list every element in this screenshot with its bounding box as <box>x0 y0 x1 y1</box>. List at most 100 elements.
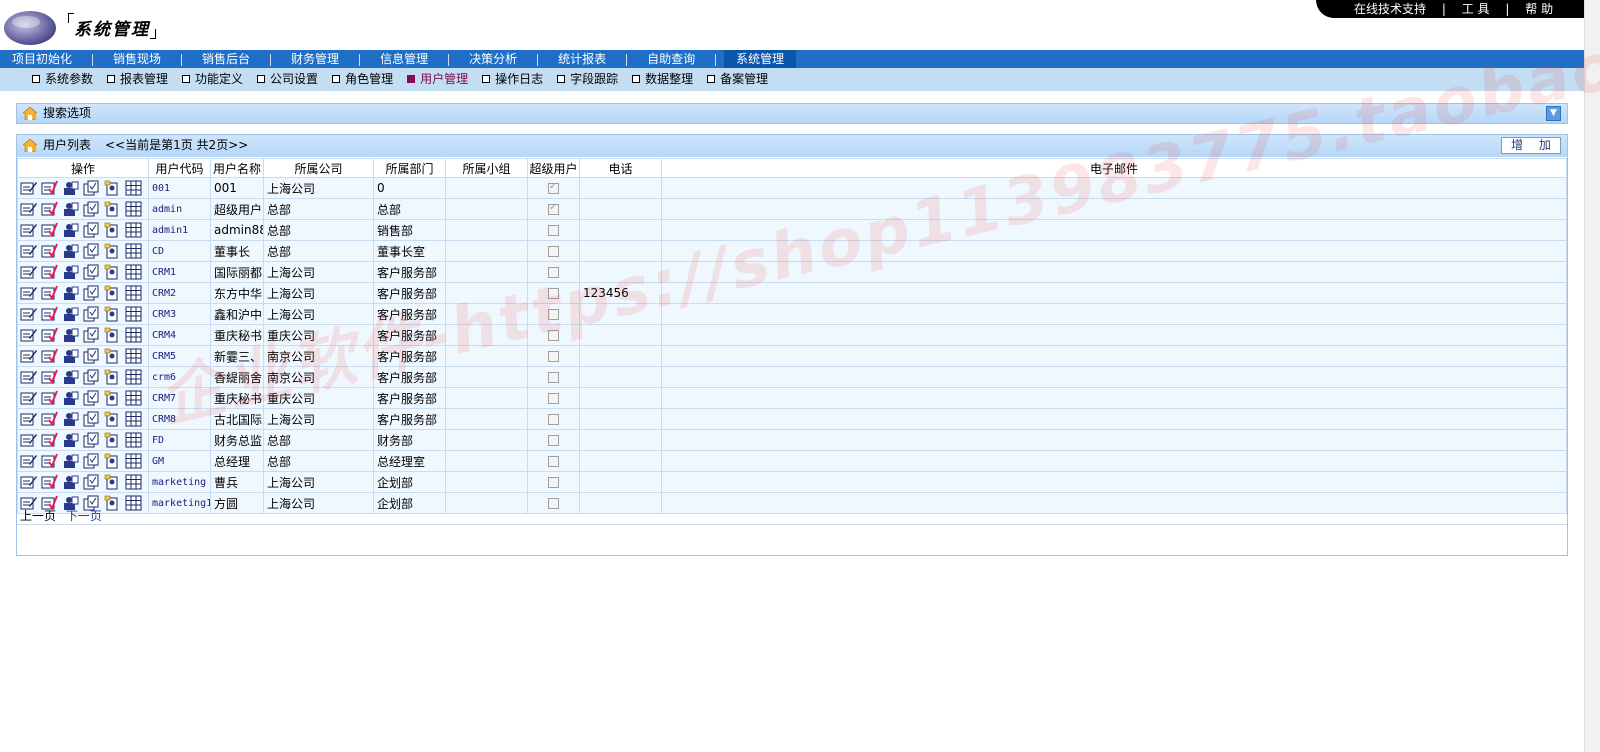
assign-icon[interactable] <box>104 390 121 406</box>
assign-icon[interactable] <box>104 432 121 448</box>
grid-icon[interactable] <box>125 432 142 448</box>
permission-icon[interactable] <box>41 180 58 196</box>
table-row[interactable]: crm6 香緹丽舍 南京公司 客户服务部 <box>17 366 1567 388</box>
expand-icon[interactable]: ▼ <box>1546 106 1561 121</box>
permission-icon[interactable] <box>41 390 58 406</box>
copy-icon[interactable] <box>83 285 100 301</box>
main-nav-item[interactable]: 信息管理 <box>368 50 440 68</box>
role-icon[interactable] <box>62 474 79 490</box>
table-row[interactable]: CRM2 东方中华 上海公司 客户服务部 123456 <box>17 282 1567 304</box>
sub-nav-item[interactable]: 操作日志 <box>482 68 543 91</box>
sub-nav-item[interactable]: 系统参数 <box>32 68 93 91</box>
assign-icon[interactable] <box>104 222 121 238</box>
role-icon[interactable] <box>62 264 79 280</box>
role-icon[interactable] <box>62 411 79 427</box>
assign-icon[interactable] <box>104 285 121 301</box>
tech-support-link[interactable]: 在线技术支持 <box>1354 0 1426 18</box>
permission-icon[interactable] <box>41 432 58 448</box>
permission-icon[interactable] <box>41 243 58 259</box>
tools-link[interactable]: 工 具 <box>1462 0 1490 18</box>
grid-icon[interactable] <box>125 453 142 469</box>
copy-icon[interactable] <box>83 411 100 427</box>
main-nav-item[interactable]: 财务管理 <box>279 50 351 68</box>
role-icon[interactable] <box>62 243 79 259</box>
assign-icon[interactable] <box>104 348 121 364</box>
grid-icon[interactable] <box>125 495 142 511</box>
super-user-checkbox[interactable] <box>548 414 559 425</box>
edit-icon[interactable] <box>20 411 37 427</box>
role-icon[interactable] <box>62 348 79 364</box>
role-icon[interactable] <box>62 369 79 385</box>
prev-page-link[interactable]: 上一页 <box>20 509 56 523</box>
edit-icon[interactable] <box>20 432 37 448</box>
sub-nav-item[interactable]: 公司设置 <box>257 68 318 91</box>
table-row[interactable]: admin 超级用户 总部 总部 <box>17 198 1567 220</box>
permission-icon[interactable] <box>41 453 58 469</box>
main-nav-item[interactable]: 系统管理 <box>724 50 797 68</box>
role-icon[interactable] <box>62 432 79 448</box>
assign-icon[interactable] <box>104 474 121 490</box>
sub-nav-item[interactable]: 用户管理 <box>407 68 468 91</box>
grid-icon[interactable] <box>125 474 142 490</box>
role-icon[interactable] <box>62 306 79 322</box>
role-icon[interactable] <box>62 453 79 469</box>
super-user-checkbox[interactable] <box>548 435 559 446</box>
permission-icon[interactable] <box>41 411 58 427</box>
permission-icon[interactable] <box>41 285 58 301</box>
assign-icon[interactable] <box>104 453 121 469</box>
table-row[interactable]: CRM7 重庆秘书 重庆公司 客户服务部 <box>17 387 1567 409</box>
copy-icon[interactable] <box>83 474 100 490</box>
grid-icon[interactable] <box>125 348 142 364</box>
grid-icon[interactable] <box>125 264 142 280</box>
grid-icon[interactable] <box>125 285 142 301</box>
super-user-checkbox[interactable] <box>548 267 559 278</box>
main-nav-item[interactable]: 决策分析 <box>457 50 529 68</box>
role-icon[interactable] <box>62 201 79 217</box>
permission-icon[interactable] <box>41 369 58 385</box>
table-row[interactable]: CRM5 新霎三、 南京公司 客户服务部 <box>17 345 1567 367</box>
main-nav-item[interactable]: 统计报表 <box>546 50 618 68</box>
grid-icon[interactable] <box>125 411 142 427</box>
edit-icon[interactable] <box>20 327 37 343</box>
sub-nav-item[interactable]: 数据整理 <box>632 68 693 91</box>
assign-icon[interactable] <box>104 264 121 280</box>
grid-icon[interactable] <box>125 390 142 406</box>
table-row[interactable]: GM 总经理 总部 总经理室 <box>17 450 1567 472</box>
edit-icon[interactable] <box>20 222 37 238</box>
super-user-checkbox[interactable] <box>548 288 559 299</box>
super-user-checkbox[interactable] <box>548 477 559 488</box>
grid-icon[interactable] <box>125 201 142 217</box>
permission-icon[interactable] <box>41 306 58 322</box>
table-row[interactable]: marketing 曹兵 上海公司 企划部 <box>17 471 1567 493</box>
sub-nav-item[interactable]: 报表管理 <box>107 68 168 91</box>
copy-icon[interactable] <box>83 453 100 469</box>
role-icon[interactable] <box>62 180 79 196</box>
table-row[interactable]: admin1admin888总部销售部 <box>17 219 1567 241</box>
main-nav-item[interactable]: 项目初始化 <box>0 50 84 68</box>
table-row[interactable]: FD 财务总监 总部 财务部 <box>17 429 1567 451</box>
permission-icon[interactable] <box>41 222 58 238</box>
sub-nav-item[interactable]: 备案管理 <box>707 68 768 91</box>
edit-icon[interactable] <box>20 243 37 259</box>
super-user-checkbox[interactable] <box>548 456 559 467</box>
edit-icon[interactable] <box>20 180 37 196</box>
edit-icon[interactable] <box>20 264 37 280</box>
table-row[interactable]: marketing1 方圆 上海公司 企划部 <box>17 492 1567 514</box>
assign-icon[interactable] <box>104 201 121 217</box>
role-icon[interactable] <box>62 390 79 406</box>
grid-icon[interactable] <box>125 369 142 385</box>
copy-icon[interactable] <box>83 243 100 259</box>
super-user-checkbox[interactable] <box>548 330 559 341</box>
grid-icon[interactable] <box>125 306 142 322</box>
permission-icon[interactable] <box>41 201 58 217</box>
assign-icon[interactable] <box>104 180 121 196</box>
permission-icon[interactable] <box>41 264 58 280</box>
role-icon[interactable] <box>62 285 79 301</box>
main-nav-item[interactable]: 自助查询 <box>635 50 707 68</box>
sub-nav-item[interactable]: 功能定义 <box>182 68 243 91</box>
super-user-checkbox[interactable] <box>548 246 559 257</box>
copy-icon[interactable] <box>83 348 100 364</box>
grid-icon[interactable] <box>125 243 142 259</box>
super-user-checkbox[interactable] <box>548 498 559 509</box>
copy-icon[interactable] <box>83 369 100 385</box>
